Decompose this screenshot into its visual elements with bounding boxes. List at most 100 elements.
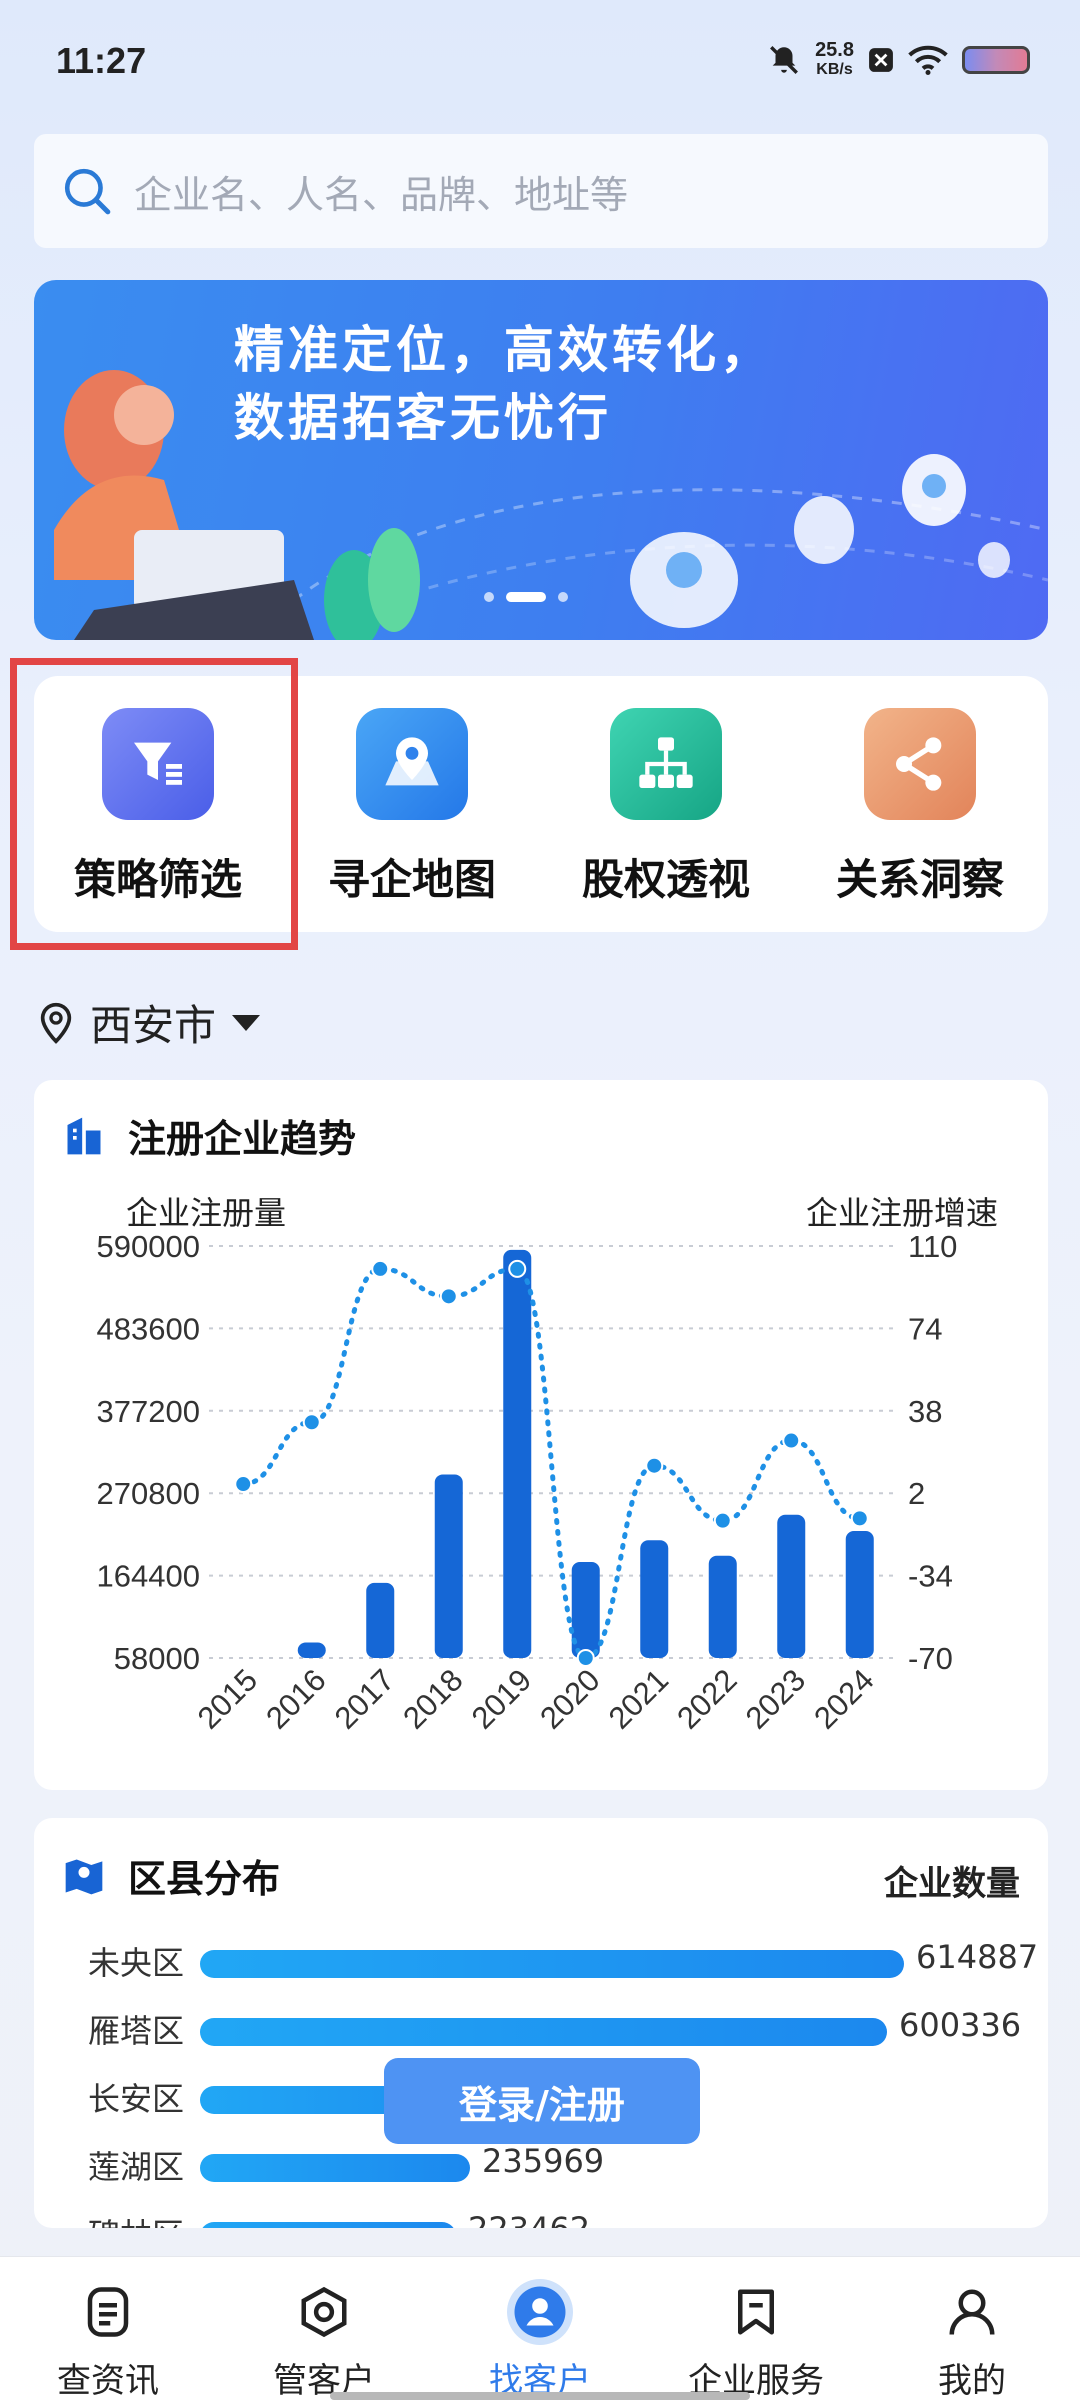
district-row: 未央区 614887 <box>34 1936 1048 1986</box>
bar <box>297 1642 326 1658</box>
trend-chart: 590000 110 483600 74 377200 38 270800 2 164400 -3… <box>97 1229 958 1736</box>
bar <box>845 1530 874 1658</box>
city-name: 西安市 <box>90 1001 217 1050</box>
district-card: 区县分布 企业数量 未央区 614887 雁塔区 600336 长安区莲湖区 235969… <box>34 1818 1048 2228</box>
share-nodes-icon <box>864 708 976 820</box>
find-customer-icon <box>432 2277 648 2347</box>
highlight-box <box>10 658 298 950</box>
district-card-header: 区县分布 <box>62 1848 280 1903</box>
carousel-dot <box>558 592 568 602</box>
bar <box>434 1474 463 1658</box>
y-left-tick-label: 590000 <box>97 1229 200 1264</box>
bar <box>708 1555 737 1658</box>
district-value: 235969 <box>482 2142 605 2180</box>
map-pin-icon <box>356 708 468 820</box>
search-icon <box>64 168 111 215</box>
district-bar <box>200 2154 470 2182</box>
district-row: 碑林区 223462 <box>34 2208 1048 2228</box>
growth-point <box>782 1431 801 1450</box>
growth-point <box>850 1509 869 1528</box>
district-name: 雁塔区 <box>88 2012 185 2050</box>
status-time: 11:27 <box>56 40 147 81</box>
nav-enterprise-services[interactable]: 企业服务 <box>648 2277 864 2402</box>
search-placeholder: 企业名、人名、品牌、地址等 <box>134 172 629 217</box>
y-right-tick-label: 38 <box>908 1394 942 1429</box>
quick-action-relation-insight[interactable]: 关系洞察 <box>800 708 1040 907</box>
y-left-tick-label: 483600 <box>97 1311 200 1346</box>
nav-manage-customers[interactable]: 管客户 <box>216 2277 432 2402</box>
x-tick-label: 2018 <box>396 1662 470 1736</box>
search-bar[interactable]: 企业名、人名、品牌、地址等 <box>34 134 1048 248</box>
district-value: 614887 <box>916 1938 1039 1976</box>
trend-card: 注册企业趋势 企业注册量 企业注册增速 590000 110 483600 74 377… <box>34 1080 1048 1790</box>
caret-down-icon <box>232 1014 261 1031</box>
growth-point <box>234 1475 253 1494</box>
mute-bell-icon <box>770 46 799 74</box>
quick-action-company-map[interactable]: 寻企地图 <box>292 708 532 907</box>
bookmark-icon <box>648 2277 864 2347</box>
status-icons: 25.8 KB/s <box>767 40 1030 80</box>
district-name: 长安区 <box>88 2080 185 2118</box>
x-tick-label: 2017 <box>328 1662 402 1736</box>
net-speed: 25.8 KB/s <box>815 39 854 78</box>
map-city-icon <box>65 1859 103 1894</box>
banner-title: 精准定位，高效转化， 数据拓客无忧行 <box>234 321 774 447</box>
bar <box>777 1514 806 1658</box>
y-right-tick-label: 110 <box>908 1229 957 1264</box>
y-left-tick-label: 377200 <box>97 1394 200 1429</box>
y-right-tick-label: -70 <box>908 1641 953 1676</box>
growth-point <box>508 1259 527 1278</box>
wifi-icon <box>908 45 948 75</box>
x-tick-label: 2019 <box>465 1662 539 1736</box>
y-left-tick-label: 58000 <box>114 1641 200 1676</box>
district-card-title: 区县分布 <box>128 1857 281 1901</box>
x-tick-label: 2016 <box>259 1662 333 1736</box>
nav-news[interactable]: 查资讯 <box>0 2277 216 2402</box>
district-name: 碑林区 <box>88 2210 184 2228</box>
promo-banner[interactable]: 精准定位，高效转化， 数据拓客无忧行 <box>34 280 1048 640</box>
news-icon <box>0 2277 216 2347</box>
y-right-tick-label: 2 <box>908 1476 925 1511</box>
carousel-dots <box>484 592 568 602</box>
bar <box>503 1249 532 1658</box>
district-name: 未央区 <box>88 1944 185 1982</box>
quick-action-equity-view[interactable]: 股权透视 <box>546 708 786 907</box>
nav-find-customers[interactable]: 找客户 <box>432 2277 648 2402</box>
x-tick-label: 2020 <box>533 1662 607 1736</box>
x-tick-label: 2023 <box>739 1662 813 1736</box>
notification-x-icon <box>869 48 893 72</box>
hexagon-icon <box>216 2277 432 2347</box>
growth-point <box>645 1456 664 1475</box>
bottom-nav: 查资讯 管客户 找客户 企业服务 我的 <box>0 2256 1080 2408</box>
district-row: 莲湖区 235969 <box>34 2140 1048 2190</box>
y-right-tick-label: -34 <box>908 1559 953 1594</box>
city-selector[interactable]: 西安市 <box>36 992 262 1053</box>
org-chart-icon <box>610 708 722 820</box>
growth-point <box>371 1259 390 1278</box>
bar <box>640 1540 669 1658</box>
y-left-tick-label: 164400 <box>97 1559 200 1594</box>
home-indicator <box>330 2392 750 2400</box>
growth-line <box>240 1266 863 1661</box>
district-value: 223462 <box>468 2210 590 2228</box>
x-tick-label: 2021 <box>602 1662 676 1736</box>
growth-point <box>439 1287 458 1306</box>
district-bar <box>200 1950 904 1978</box>
x-tick-label: 2024 <box>807 1662 881 1736</box>
login-register-button[interactable]: 登录/注册 <box>384 2058 700 2144</box>
nav-mine[interactable]: 我的 <box>864 2277 1080 2402</box>
district-value-label: 企业数量 <box>884 1864 1020 1904</box>
district-name: 莲湖区 <box>88 2148 185 2186</box>
growth-point <box>713 1511 732 1530</box>
bar <box>366 1582 395 1658</box>
carousel-dot-active <box>506 592 546 602</box>
carousel-dot <box>484 592 494 602</box>
district-bar <box>200 2222 456 2228</box>
person-icon <box>864 2277 1080 2347</box>
status-bar: 11:27 25.8 KB/s <box>0 0 1080 120</box>
y-left-tick-label: 270800 <box>97 1476 200 1511</box>
y-right-tick-label: 74 <box>908 1311 942 1346</box>
battery-icon <box>962 46 1030 74</box>
district-value: 600336 <box>899 2006 1022 2044</box>
district-bar <box>200 2018 887 2046</box>
